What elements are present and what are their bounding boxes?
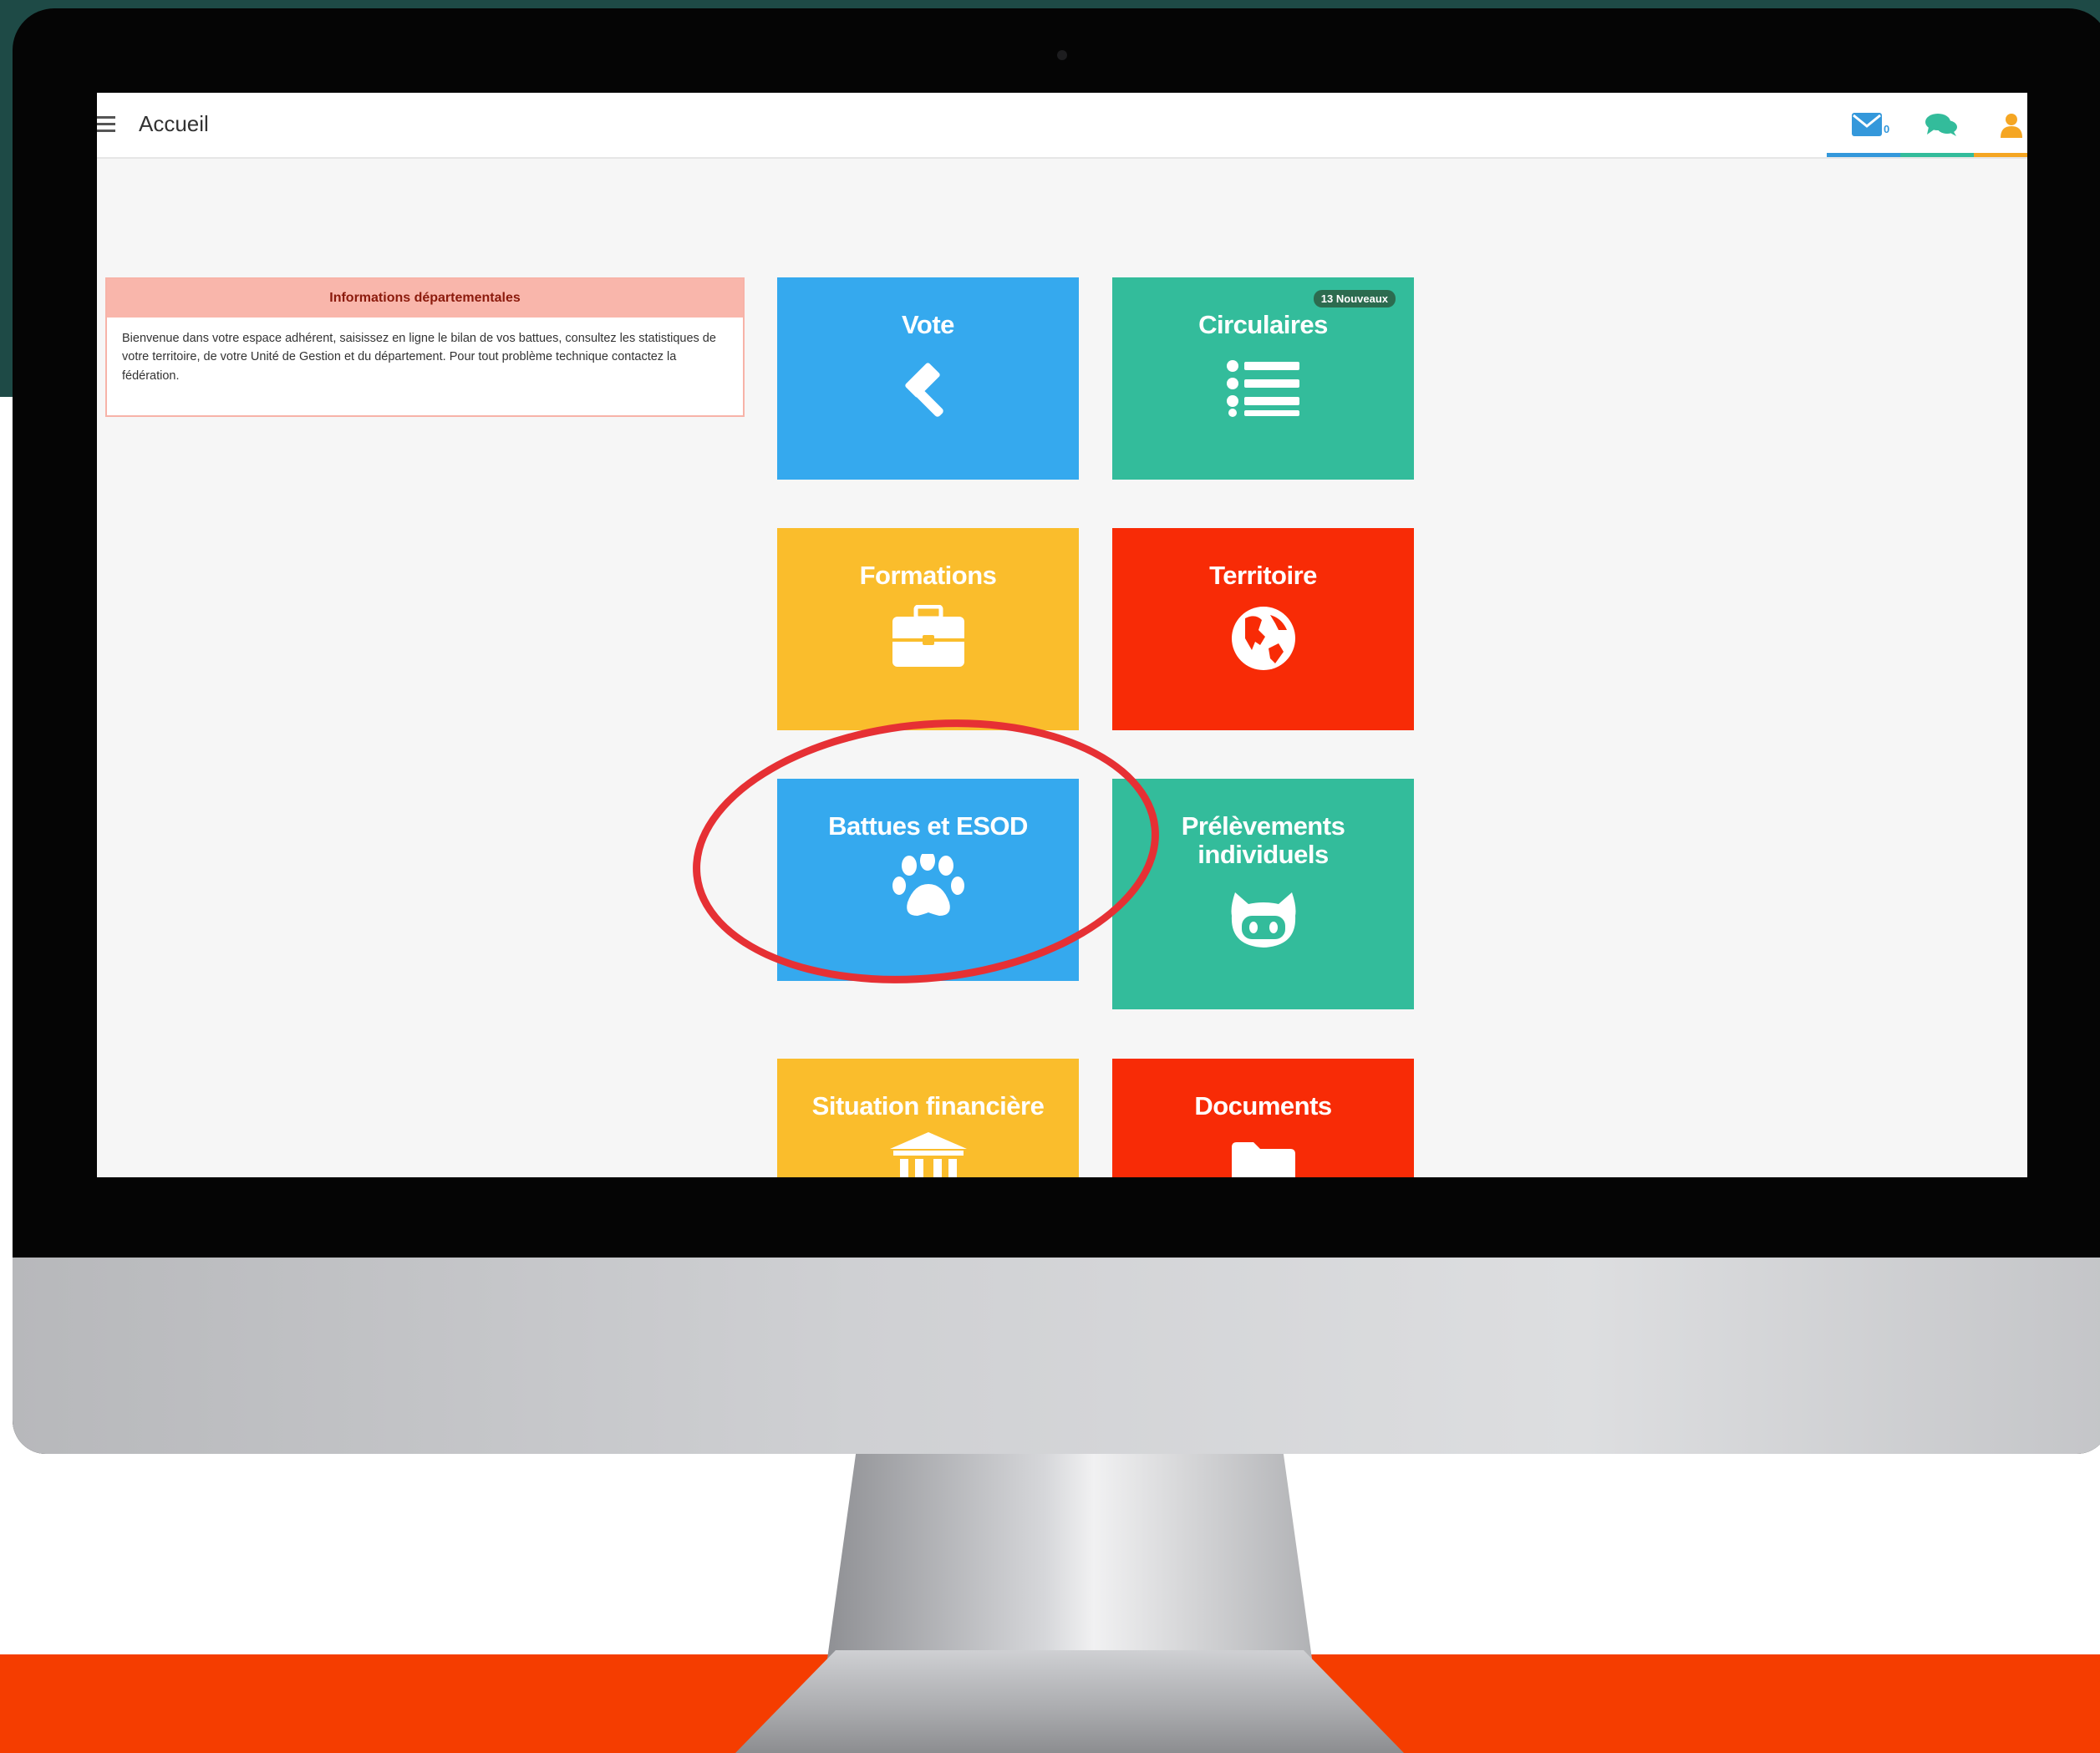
comments-icon (1925, 114, 1957, 136)
camera-dot (1057, 50, 1067, 60)
tile-formations[interactable]: Formations (777, 528, 1079, 730)
chat-underline (1900, 153, 1982, 157)
tile-battues-esod[interactable]: Battues et ESOD (777, 779, 1079, 981)
user-underline (1974, 153, 2027, 157)
page-title: Accueil (139, 111, 209, 136)
new-items-badge: 13 Nouveaux (1313, 290, 1396, 307)
messages-button[interactable]: 0 (1827, 93, 1909, 157)
top-navbar: Accueil 0 (97, 93, 2027, 159)
app-screen: Accueil 0 Informations départementales B… (97, 93, 2027, 1177)
user-icon (2001, 114, 2022, 138)
bank-icon (889, 1132, 967, 1177)
monitor: Accueil 0 Informations départementales B… (13, 8, 2100, 1454)
tile-situation-financiere-label: Situation financière (811, 1091, 1045, 1120)
messages-underline (1827, 153, 1909, 157)
tile-circulaires-label: Circulaires (1198, 310, 1328, 339)
tile-circulaires[interactable]: 13 Nouveaux Circulaires (1112, 277, 1414, 480)
gavel-icon (904, 363, 943, 417)
tile-vote-label: Vote (902, 310, 954, 339)
tile-territoire-label: Territoire (1209, 561, 1317, 590)
tile-prelevements-label: Prélèvements individuels (1181, 811, 1345, 869)
tile-prelevements-individuels[interactable]: Prélèvements individuels (1112, 779, 1414, 1009)
messages-count: 0 (1884, 123, 1890, 135)
info-panel: Informations départementales Bienvenue d… (105, 277, 745, 417)
folder-icon (1231, 1142, 1295, 1177)
info-panel-body: Bienvenue dans votre espace adhérent, sa… (122, 332, 716, 383)
info-panel-title: Informations départementales (107, 279, 743, 318)
hamburger-menu-icon[interactable] (97, 116, 115, 133)
paw-icon (892, 854, 964, 916)
tile-territoire[interactable]: Territoire (1112, 528, 1414, 730)
tile-formations-label: Formations (859, 561, 997, 590)
monitor-stand (827, 1450, 1312, 1659)
list-icon (1226, 360, 1299, 417)
tile-situation-financiere[interactable]: Situation financière (777, 1059, 1079, 1177)
tile-vote[interactable]: Vote (777, 277, 1079, 480)
monitor-chin (13, 1258, 2100, 1454)
monitor-stand-base (735, 1650, 1404, 1753)
chat-button[interactable] (1900, 93, 1982, 157)
tile-documents-label: Documents (1194, 1091, 1332, 1120)
briefcase-icon (892, 605, 964, 667)
tile-battues-esod-label: Battues et ESOD (828, 811, 1028, 841)
user-button[interactable] (1974, 93, 2027, 157)
envelope-icon (1852, 113, 1882, 136)
tile-documents[interactable]: Documents (1112, 1059, 1414, 1177)
github-cat-icon (1231, 892, 1295, 948)
globe-icon (1231, 607, 1295, 670)
